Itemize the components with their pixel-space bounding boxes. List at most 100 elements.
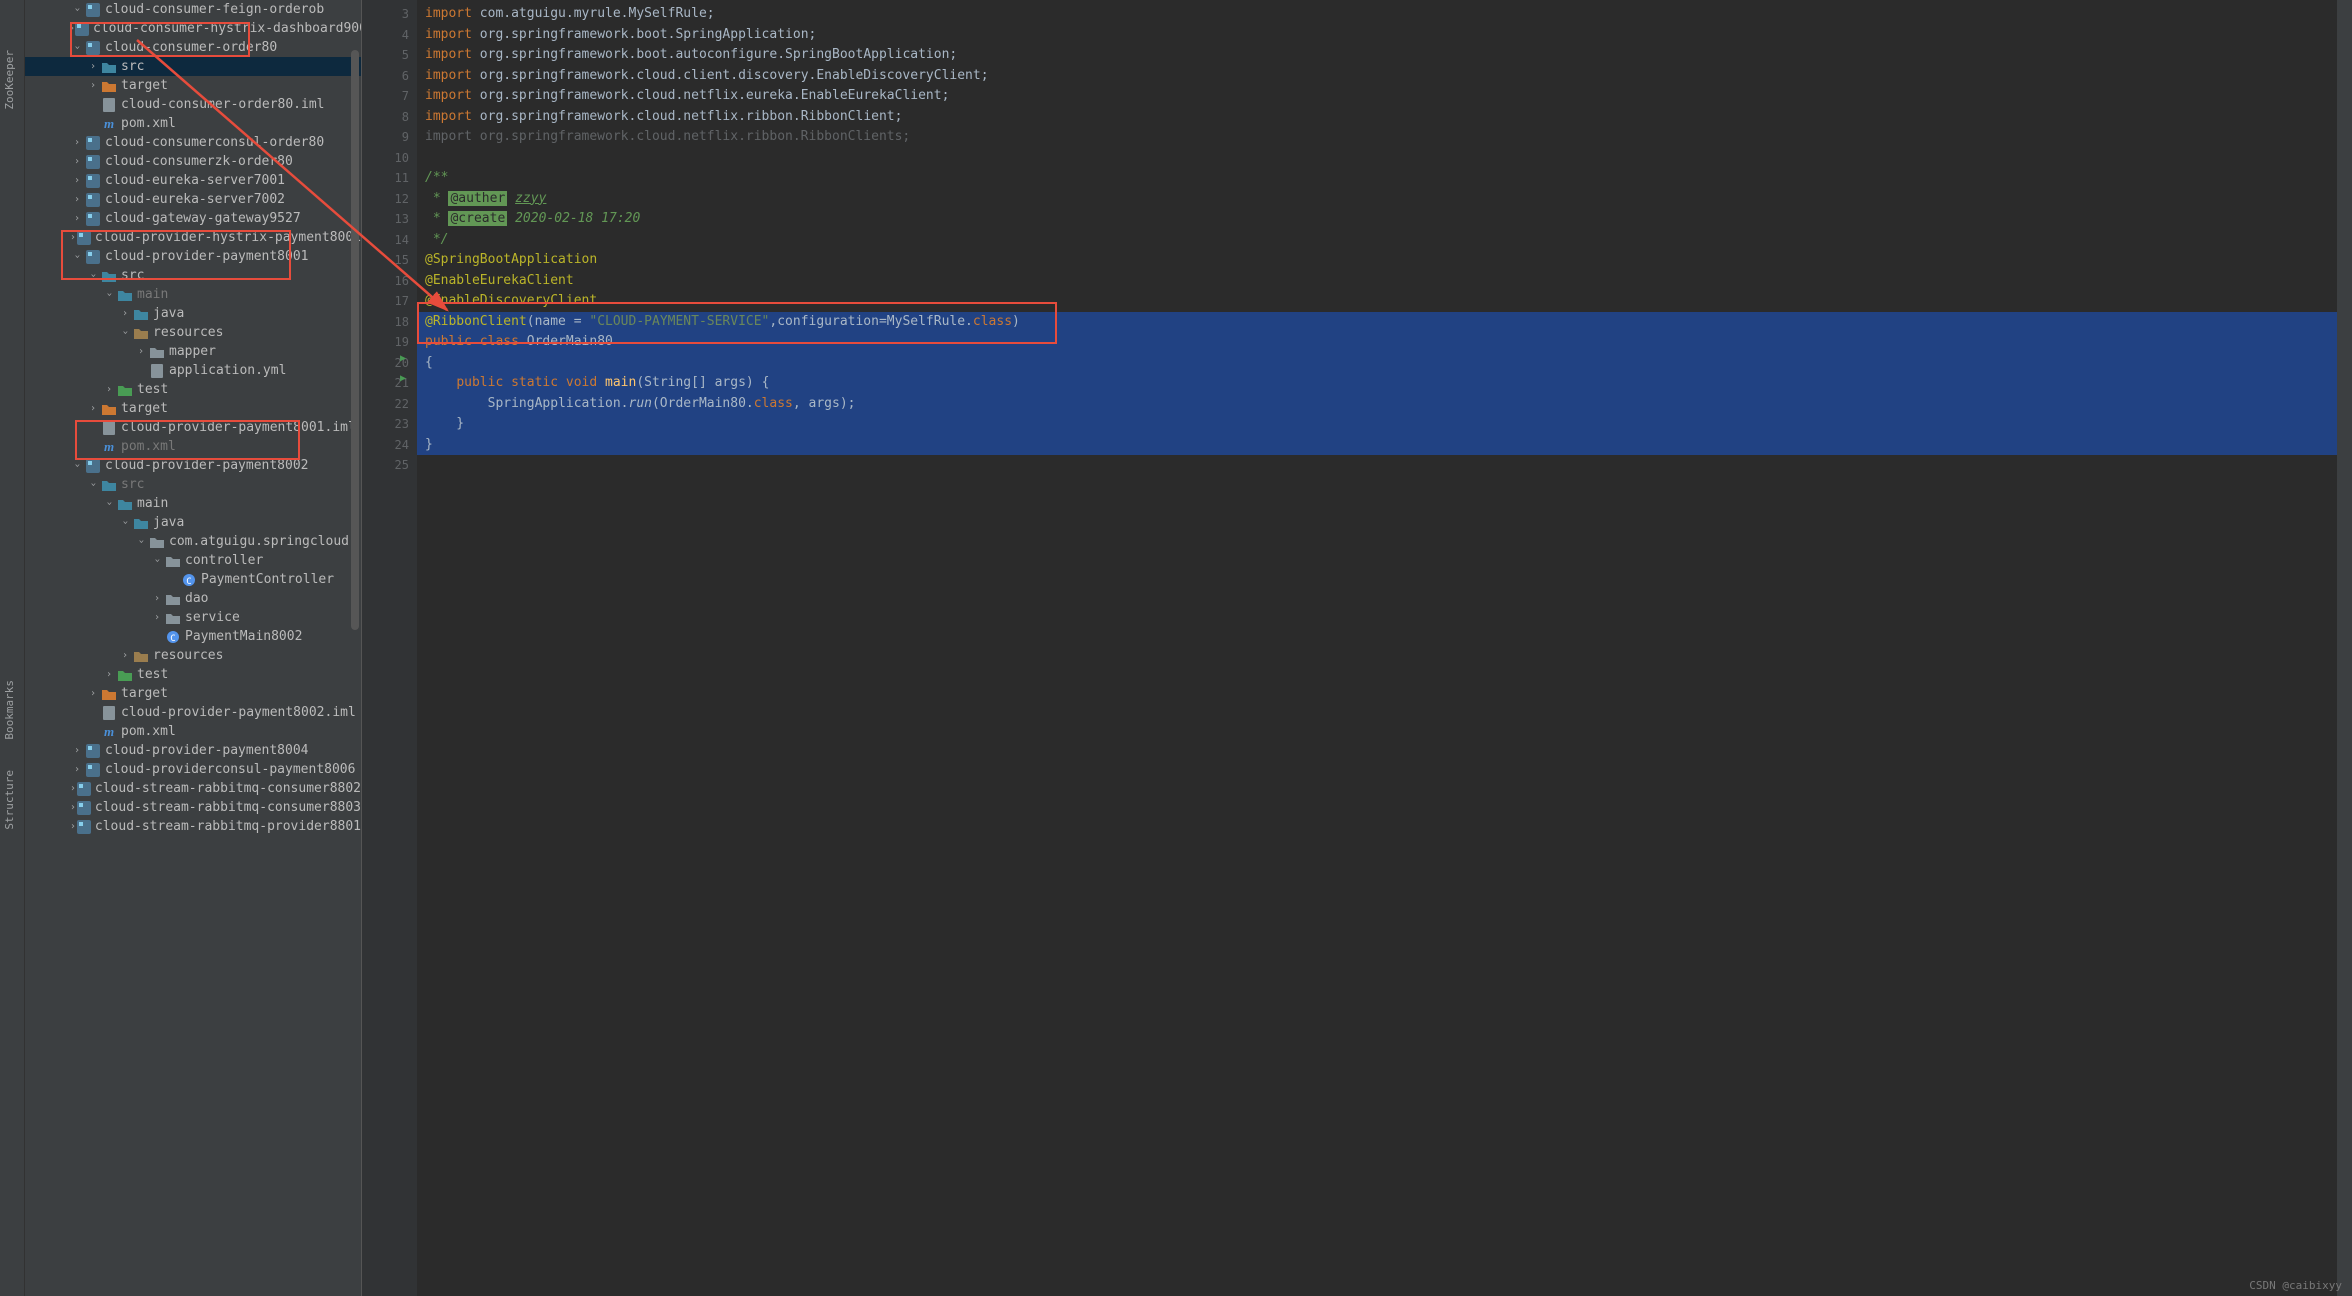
tree-item[interactable]: cloud-provider-hystrix-payment8001 xyxy=(25,228,361,247)
code-line[interactable] xyxy=(417,455,2337,476)
code-line[interactable]: { xyxy=(417,353,2337,374)
expand-arrow-icon[interactable] xyxy=(85,479,101,490)
expand-arrow-icon[interactable] xyxy=(69,137,85,148)
tree-item[interactable]: src xyxy=(25,266,361,285)
tree-item[interactable]: mpom.xml xyxy=(25,114,361,133)
tree-item[interactable]: cloud-consumer-hystrix-dashboard9001 xyxy=(25,19,361,38)
expand-arrow-icon[interactable] xyxy=(149,593,165,604)
tree-item[interactable]: cloud-eureka-server7001 xyxy=(25,171,361,190)
expand-arrow-icon[interactable] xyxy=(69,175,85,186)
project-tree-panel[interactable]: cloud-consumer-feign-orderobcloud-consum… xyxy=(25,0,362,1296)
expand-arrow-icon[interactable] xyxy=(101,669,117,680)
tree-scrollbar[interactable] xyxy=(351,0,361,1296)
expand-arrow-icon[interactable] xyxy=(117,308,133,319)
expand-arrow-icon[interactable] xyxy=(69,821,77,832)
code-line[interactable]: @RibbonClient(name = "CLOUD-PAYMENT-SERV… xyxy=(417,312,2337,333)
code-editor[interactable]: 345678910111213141516171819202122232425 … xyxy=(362,0,2337,1296)
code-line[interactable]: @EnableEurekaClient xyxy=(417,271,2337,292)
expand-arrow-icon[interactable] xyxy=(101,289,117,300)
expand-arrow-icon[interactable] xyxy=(101,498,117,509)
run-gutter-icon[interactable]: ▶ xyxy=(400,373,406,384)
tree-item[interactable]: resources xyxy=(25,323,361,342)
expand-arrow-icon[interactable] xyxy=(69,42,85,53)
structure-tab[interactable]: Structure xyxy=(3,770,16,830)
expand-arrow-icon[interactable] xyxy=(85,270,101,281)
code-line[interactable]: /** xyxy=(417,168,2337,189)
code-line[interactable]: import org.springframework.cloud.netflix… xyxy=(417,86,2337,107)
tree-item[interactable]: test xyxy=(25,380,361,399)
tree-item[interactable]: cloud-consumer-order80 xyxy=(25,38,361,57)
tree-item[interactable]: mapper xyxy=(25,342,361,361)
bookmarks-tab[interactable]: Bookmarks xyxy=(3,680,16,740)
expand-arrow-icon[interactable] xyxy=(133,346,149,357)
code-line[interactable]: import org.springframework.cloud.client.… xyxy=(417,66,2337,87)
code-area[interactable]: import com.atguigu.myrule.MySelfRule;imp… xyxy=(417,0,2337,1296)
tree-item[interactable]: cloud-gateway-gateway9527 xyxy=(25,209,361,228)
tree-item[interactable]: resources xyxy=(25,646,361,665)
tree-item[interactable]: cloud-provider-payment8002.iml xyxy=(25,703,361,722)
tree-item[interactable]: CPaymentMain8002 xyxy=(25,627,361,646)
code-line[interactable]: import org.springframework.cloud.netflix… xyxy=(417,127,2337,148)
tree-item[interactable]: application.yml xyxy=(25,361,361,380)
tree-item[interactable]: cloud-stream-rabbitmq-consumer8803 xyxy=(25,798,361,817)
tree-item[interactable]: target xyxy=(25,684,361,703)
code-line[interactable]: public static void main(String[] args) { xyxy=(417,373,2337,394)
expand-arrow-icon[interactable] xyxy=(69,783,77,794)
expand-arrow-icon[interactable] xyxy=(117,650,133,661)
tree-item[interactable]: cloud-eureka-server7002 xyxy=(25,190,361,209)
tree-item[interactable]: src xyxy=(25,57,361,76)
tree-item[interactable]: cloud-consumer-feign-orderob xyxy=(25,0,361,19)
tree-item[interactable]: cloud-consumer-order80.iml xyxy=(25,95,361,114)
tree-item[interactable]: cloud-stream-rabbitmq-consumer8802 xyxy=(25,779,361,798)
tree-item[interactable]: main xyxy=(25,285,361,304)
code-line[interactable]: import org.springframework.boot.SpringAp… xyxy=(417,25,2337,46)
code-line[interactable] xyxy=(417,148,2337,169)
expand-arrow-icon[interactable] xyxy=(85,403,101,414)
tree-item[interactable]: src xyxy=(25,475,361,494)
expand-arrow-icon[interactable] xyxy=(69,213,85,224)
tree-item[interactable]: target xyxy=(25,399,361,418)
tree-item[interactable]: mpom.xml xyxy=(25,722,361,741)
code-line[interactable]: * @auther zzyy xyxy=(417,189,2337,210)
expand-arrow-icon[interactable] xyxy=(69,4,85,15)
code-line[interactable]: import com.atguigu.myrule.MySelfRule; xyxy=(417,4,2337,25)
run-gutter-icon[interactable]: ▶ xyxy=(400,353,406,364)
tree-item[interactable]: cloud-stream-rabbitmq-provider8801 xyxy=(25,817,361,836)
tree-item[interactable]: cloud-provider-payment8002 xyxy=(25,456,361,475)
expand-arrow-icon[interactable] xyxy=(149,612,165,623)
code-line[interactable]: } xyxy=(417,435,2337,456)
tree-item[interactable]: java xyxy=(25,513,361,532)
code-line[interactable]: * @create 2020-02-18 17:20 xyxy=(417,209,2337,230)
expand-arrow-icon[interactable] xyxy=(85,688,101,699)
expand-arrow-icon[interactable] xyxy=(69,156,85,167)
expand-arrow-icon[interactable] xyxy=(149,555,165,566)
code-line[interactable]: import org.springframework.boot.autoconf… xyxy=(417,45,2337,66)
tree-item[interactable]: controller xyxy=(25,551,361,570)
tree-item[interactable]: CPaymentController xyxy=(25,570,361,589)
expand-arrow-icon[interactable] xyxy=(117,517,133,528)
tree-item[interactable]: dao xyxy=(25,589,361,608)
expand-arrow-icon[interactable] xyxy=(69,764,85,775)
code-line[interactable]: import org.springframework.cloud.netflix… xyxy=(417,107,2337,128)
tree-item[interactable]: cloud-provider-payment8001.iml xyxy=(25,418,361,437)
tree-item[interactable]: main xyxy=(25,494,361,513)
tree-item[interactable]: cloud-consumerconsul-order80 xyxy=(25,133,361,152)
expand-arrow-icon[interactable] xyxy=(69,194,85,205)
code-line[interactable]: SpringApplication.run(OrderMain80.class,… xyxy=(417,394,2337,415)
code-line[interactable]: } xyxy=(417,414,2337,435)
code-line[interactable]: @SpringBootApplication xyxy=(417,250,2337,271)
tree-item[interactable]: mpom.xml xyxy=(25,437,361,456)
code-line[interactable]: @EnableDiscoveryClient xyxy=(417,291,2337,312)
tree-item[interactable]: java xyxy=(25,304,361,323)
code-line[interactable]: */ xyxy=(417,230,2337,251)
tree-item[interactable]: target xyxy=(25,76,361,95)
expand-arrow-icon[interactable] xyxy=(85,80,101,91)
expand-arrow-icon[interactable] xyxy=(69,251,85,262)
expand-arrow-icon[interactable] xyxy=(69,232,77,243)
expand-arrow-icon[interactable] xyxy=(69,802,77,813)
expand-arrow-icon[interactable] xyxy=(69,745,85,756)
code-line[interactable]: public class OrderMain80 xyxy=(417,332,2337,353)
zookeeper-tab[interactable]: ZooKeeper xyxy=(3,50,16,110)
tree-item[interactable]: cloud-providerconsul-payment8006 xyxy=(25,760,361,779)
tree-item[interactable]: cloud-consumerzk-order80 xyxy=(25,152,361,171)
